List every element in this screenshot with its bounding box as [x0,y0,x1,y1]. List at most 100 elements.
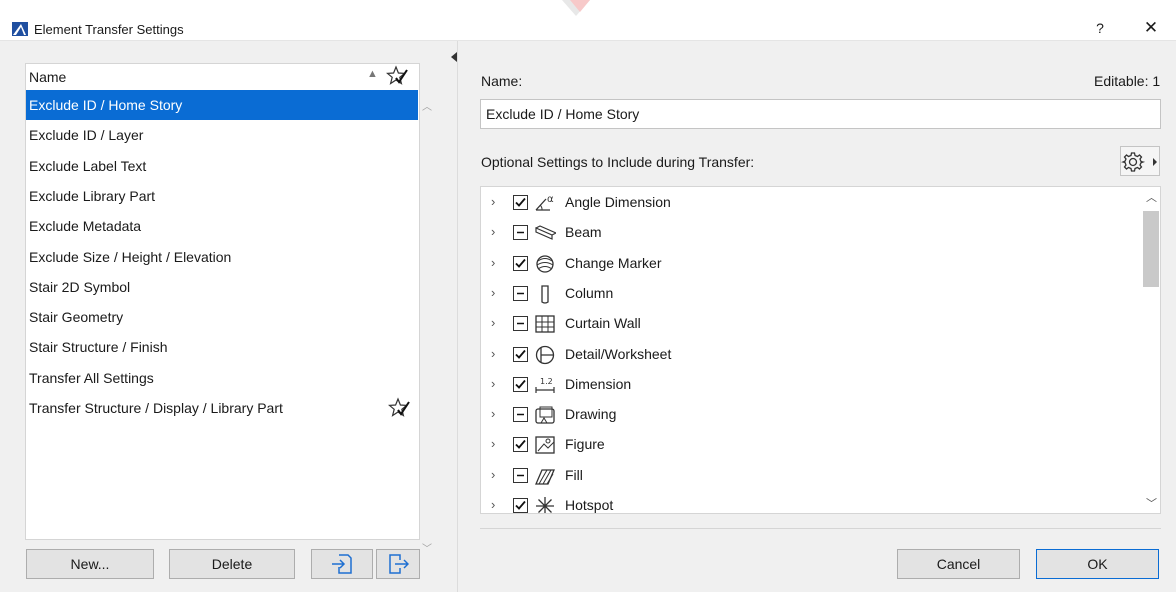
checkbox-checked[interactable] [513,195,528,210]
list-item[interactable]: Exclude Library Part [26,181,418,211]
list-item[interactable]: Stair 2D Symbol [26,272,418,302]
checkbox-partial[interactable] [513,407,528,423]
scroll-down-icon[interactable]: ﹀ [1146,495,1157,511]
expand-chevron-icon[interactable]: › [491,467,495,482]
hotspot-icon [536,497,554,513]
list-item[interactable]: Transfer Structure / Display / Library P… [26,393,418,423]
expand-chevron-icon[interactable]: › [491,376,495,391]
tree-row-label: Dimension [565,375,632,392]
list-item-label: Stair Geometry [29,309,124,326]
tree-row[interactable]: › Detail/Worksheet [481,340,1141,370]
checkbox-partial[interactable] [513,316,528,332]
tree-row[interactable]: › Drawing [481,400,1141,430]
tree-row-label: Drawing [565,406,617,423]
scroll-thumb[interactable] [1143,211,1159,287]
delete-button[interactable]: Delete [169,549,295,579]
close-button[interactable]: ✕ [1141,18,1161,38]
tree-row-label: Change Marker [565,254,662,271]
tree-row[interactable]: › Curtain Wall [481,309,1141,339]
tree-row[interactable]: › 1.2 Dimension [481,370,1141,400]
settings-menu-button[interactable] [1120,146,1160,176]
expand-chevron-icon[interactable]: › [491,194,495,209]
cancel-button[interactable]: Cancel [897,549,1020,579]
name-field[interactable] [480,99,1161,129]
import-button[interactable] [311,549,373,579]
tree-row-label: Angle Dimension [565,194,671,210]
footer-divider [480,528,1161,529]
checkbox-partial[interactable] [513,285,528,301]
list-item-label: Exclude Label Text [29,157,147,174]
list-item[interactable]: Exclude Size / Height / Elevation [26,242,418,272]
checkbox-partial[interactable] [513,467,528,483]
expand-chevron-icon[interactable]: › [491,406,495,421]
checkbox-partial[interactable] [513,225,528,241]
tree-row[interactable]: › α Angle Dimension [481,188,1141,218]
archicad-logo-icon [12,22,28,36]
optional-settings-label: Optional Settings to Include during Tran… [481,154,755,170]
figure-icon [535,436,555,455]
angle-dimension-icon: α [535,194,554,211]
expand-chevron-icon[interactable]: › [491,255,495,270]
window-title: Element Transfer Settings [34,22,184,37]
favorites-panel: Name ▲ Exclude ID / Home Story Exclude ID… [0,41,452,592]
panel-splitter[interactable] [457,41,458,592]
checkbox-checked[interactable] [513,437,528,453]
dimension-icon: 1.2 [535,377,555,393]
tree-row[interactable]: › Change Marker [481,249,1141,279]
drawing-icon [535,406,555,424]
list-item-label: Exclude Metadata [29,218,142,235]
new-button[interactable]: New... [26,549,154,579]
tree-row[interactable]: › Beam [481,218,1141,248]
list-item-label: Exclude Library Part [29,187,156,204]
list-item-label: Exclude Size / Height / Elevation [29,248,232,265]
expand-chevron-icon[interactable]: › [491,346,495,361]
export-button[interactable] [376,549,420,579]
column-icon [541,285,549,304]
scroll-up-icon[interactable]: ︿ [1146,189,1157,205]
list-item[interactable]: Exclude Metadata [26,211,418,241]
expand-chevron-icon[interactable]: › [491,497,495,512]
expand-chevron-icon[interactable]: › [491,224,495,239]
list-item[interactable]: Stair Geometry [26,302,418,332]
tree-scrollbar[interactable]: ︿ ﹀ [1141,187,1160,513]
tree-row[interactable]: › Column [481,279,1141,309]
tree-row[interactable]: › Hotspot [481,491,1141,513]
checkbox-checked[interactable] [513,346,528,362]
expand-chevron-icon[interactable]: › [491,315,495,330]
list-item-label: Stair 2D Symbol [29,278,131,295]
import-icon [332,554,352,574]
list-item[interactable]: Transfer All Settings [26,363,418,393]
list-item[interactable]: Exclude Label Text [26,151,418,181]
checkbox-checked[interactable] [513,255,528,271]
list-item[interactable]: Exclude ID / Home Story [26,90,418,120]
expand-chevron-icon[interactable]: › [491,436,495,451]
column-header-name[interactable]: Name [29,69,66,85]
tree-row-label: Column [565,284,614,301]
tree-row-label: Hotspot [565,497,614,513]
tree-row-label: Curtain Wall [565,315,641,332]
help-button[interactable]: ? [1090,20,1110,36]
favorite-star-header-icon[interactable] [386,65,408,87]
checkbox-checked[interactable] [513,376,528,392]
ok-button[interactable]: OK [1036,549,1159,579]
tree-row[interactable]: › Figure [481,430,1141,460]
list-scroll-down-icon[interactable]: ﹀ [422,540,432,555]
title-accent-red [570,0,590,12]
list-item-label: Exclude ID / Home Story [29,97,183,113]
tree-row[interactable]: › Fill [481,461,1141,491]
list-item[interactable]: Stair Structure / Finish [26,332,418,362]
settings-list[interactable]: Name ▲ Exclude ID / Home Story Exclude ID… [25,63,432,555]
element-type-tree[interactable]: › α Angle Dimension › Beam › Change Marker › Col… [480,186,1161,514]
export-icon [389,554,409,574]
sort-ascending-icon[interactable]: ▲ [367,68,378,80]
list-item[interactable]: Exclude ID / Layer [26,120,418,150]
tree-row-label: Figure [565,436,605,453]
list-item-label: Transfer Structure / Display / Library P… [29,400,283,416]
checkbox-checked[interactable] [513,498,528,513]
gear-icon [1121,152,1157,172]
expand-chevron-icon[interactable]: › [491,285,495,300]
list-scroll-up-icon[interactable]: ︿ [422,98,432,113]
tree-row-label: Beam [565,224,602,241]
favorite-star-icon[interactable] [388,397,410,419]
list-item-label: Exclude ID / Layer [29,127,144,144]
